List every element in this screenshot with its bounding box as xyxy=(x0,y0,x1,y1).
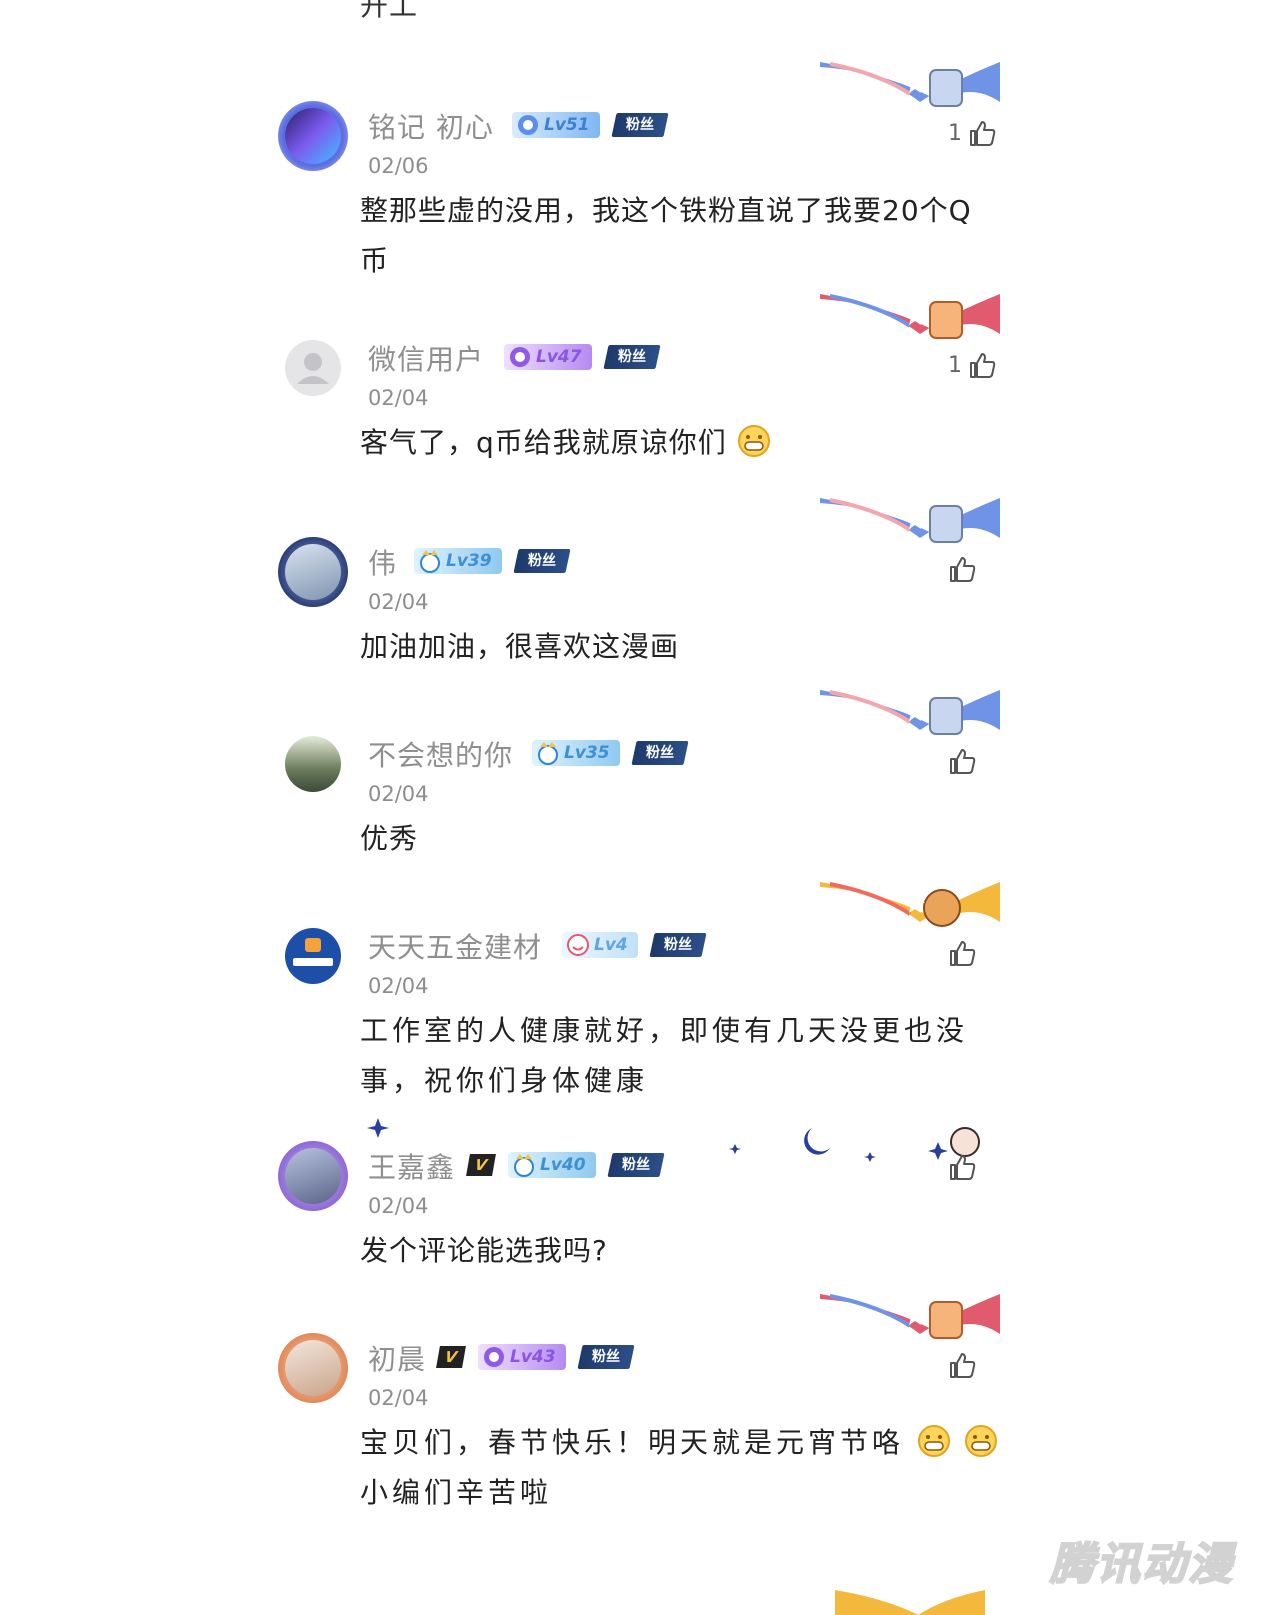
user-badges: Lv4 粉丝 xyxy=(562,932,707,958)
comment-date: 02/04 xyxy=(368,590,429,614)
fan-badge: 粉丝 xyxy=(577,1345,635,1369)
comment-text: 优秀 xyxy=(360,822,419,855)
username[interactable]: 伟 xyxy=(368,542,397,582)
like-button[interactable] xyxy=(948,554,978,584)
like-count: 1 xyxy=(948,120,962,146)
like-button[interactable] xyxy=(948,1152,978,1182)
comment-text: 工作室的人健康就好，即使有几天没更也没事，祝你们身体健康 xyxy=(360,1014,969,1097)
fan-badge: 粉丝 xyxy=(603,345,661,369)
user-badges: Lv47 粉丝 xyxy=(504,344,661,370)
comment-text: 客气了，q币给我就原谅你们 xyxy=(360,418,1000,468)
like-button[interactable]: 1 xyxy=(948,118,998,148)
partial-ribbon-decoration xyxy=(835,1590,985,1615)
avatar[interactable] xyxy=(285,108,341,164)
vip-badge: V xyxy=(436,1346,466,1368)
comment-date: 02/06 xyxy=(368,154,429,178)
user-badges: Lv51 粉丝 xyxy=(512,112,669,138)
like-button[interactable]: 1 xyxy=(948,350,998,380)
user-badges: Lv39 粉丝 xyxy=(414,548,571,574)
crown-level-icon xyxy=(538,742,558,765)
username[interactable]: 不会想的你 xyxy=(368,734,513,774)
fan-badge: 粉丝 xyxy=(631,741,689,765)
crown-level-icon xyxy=(420,550,440,573)
fan-badge: 粉丝 xyxy=(611,113,669,137)
comment-date: 02/04 xyxy=(368,386,429,410)
comment-feed: 开工 铭记 初心 Lv51 粉丝 02/06 整那些虚的没用，我这个铁粉直说了我… xyxy=(0,0,1280,1615)
thumbs-up-icon xyxy=(950,1353,976,1378)
username[interactable]: 天天五金建材 xyxy=(368,926,542,966)
comment-text: 发个评论能选我吗? xyxy=(360,1234,608,1267)
grin-emoji-icon xyxy=(737,425,770,457)
store-logo-icon xyxy=(293,938,333,966)
thumbs-up-icon xyxy=(950,557,976,582)
user-badges: Lv35 粉丝 xyxy=(532,740,689,766)
like-button[interactable] xyxy=(948,1350,978,1380)
level-badge: Lv47 xyxy=(504,344,592,370)
night-sky-decoration xyxy=(367,1118,980,1162)
thumbs-up-icon xyxy=(970,121,996,146)
avatar[interactable] xyxy=(285,544,341,600)
avatar[interactable] xyxy=(285,928,341,984)
level-badge: Lv4 xyxy=(562,932,638,958)
level-icon xyxy=(484,1347,504,1367)
thumbs-up-icon xyxy=(950,1155,976,1180)
watermark-logo: 腾讯动漫 xyxy=(1049,1538,1234,1591)
previous-comment-text-fragment: 开工 xyxy=(360,0,419,22)
comment-text: 宝贝们，春节快乐！明天就是元宵节咯 小编们辛苦啦 xyxy=(360,1418,1000,1518)
avatar[interactable] xyxy=(285,1340,341,1396)
level-badge: Lv35 xyxy=(532,740,620,766)
level-badge: Lv39 xyxy=(414,548,502,574)
comment-text: 加油加油，很喜欢这漫画 xyxy=(360,630,680,663)
level-badge: Lv51 xyxy=(512,112,600,138)
username[interactable]: 初晨 xyxy=(368,1338,426,1378)
level-icon xyxy=(518,115,538,135)
thumbs-up-icon xyxy=(950,749,976,774)
like-count: 1 xyxy=(948,352,962,378)
comment-date: 02/04 xyxy=(368,1386,429,1410)
comment-date: 02/04 xyxy=(368,1194,429,1218)
default-user-icon xyxy=(297,353,329,384)
avatar[interactable] xyxy=(285,1148,341,1204)
grin-emoji-icon xyxy=(964,1425,997,1457)
smile-level-icon xyxy=(567,934,589,956)
comment-date: 02/04 xyxy=(368,974,429,998)
username[interactable]: 微信用户 xyxy=(368,338,484,378)
level-icon xyxy=(510,347,530,367)
comment-text: 整那些虚的没用，我这个铁粉直说了我要20个Q币 xyxy=(360,194,972,277)
thumbs-up-icon xyxy=(950,941,976,966)
thumbs-up-icon xyxy=(970,353,996,378)
avatar[interactable] xyxy=(285,340,341,396)
like-button[interactable] xyxy=(948,938,978,968)
comment-date: 02/04 xyxy=(368,782,429,806)
like-button[interactable] xyxy=(948,746,978,776)
avatar[interactable] xyxy=(285,736,341,792)
level-badge: Lv43 xyxy=(478,1344,566,1370)
fan-badge: 粉丝 xyxy=(513,549,571,573)
username[interactable]: 铭记 初心 xyxy=(368,106,494,146)
grin-emoji-icon xyxy=(917,1425,950,1457)
fan-badge: 粉丝 xyxy=(649,933,707,957)
user-badges: V Lv43 粉丝 xyxy=(436,1344,635,1370)
